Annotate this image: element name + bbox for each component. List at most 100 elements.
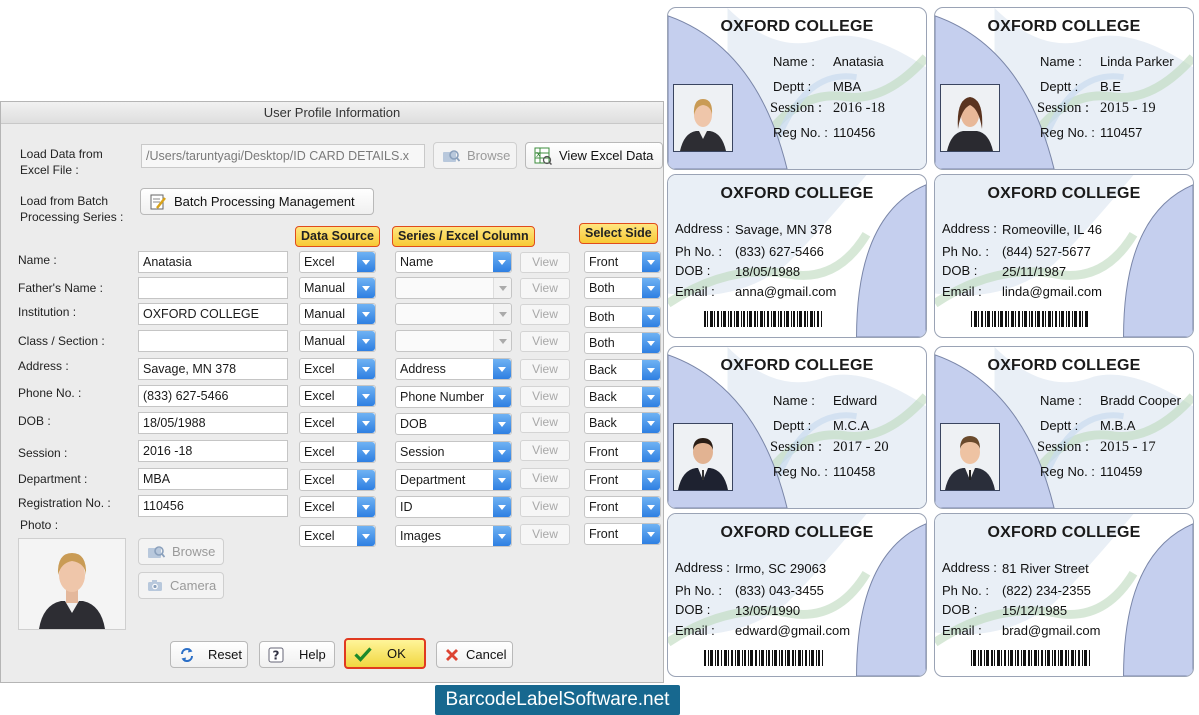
chevron-down-icon: [493, 470, 511, 490]
data-source-select[interactable]: Excel: [299, 525, 376, 547]
series-select[interactable]: [395, 330, 512, 352]
view-button[interactable]: View: [520, 468, 570, 489]
session-label: Session :: [1037, 100, 1089, 116]
series-value: ID: [400, 500, 413, 514]
series-select[interactable]: DOB: [395, 413, 512, 435]
college-name: OXFORD COLLEGE: [720, 357, 874, 374]
series-select[interactable]: Session: [395, 441, 512, 463]
side-select[interactable]: Front: [584, 441, 661, 463]
data-source-select[interactable]: Excel: [299, 385, 376, 407]
side-value: Back: [589, 390, 617, 404]
session-label: Session :: [1037, 439, 1089, 455]
address-label: Address :: [675, 560, 730, 575]
name-label: Name :: [1040, 54, 1082, 69]
fathers-name-field[interactable]: [138, 277, 288, 299]
data-source-select[interactable]: Manual: [299, 330, 376, 352]
dob-label: DOB :: [942, 263, 978, 278]
name-field[interactable]: Anatasia: [138, 251, 288, 273]
email-label: Email :: [942, 623, 982, 638]
batch-processing-button[interactable]: Batch Processing Management: [140, 188, 374, 215]
data-source-select[interactable]: Manual: [299, 303, 376, 325]
side-select[interactable]: Both: [584, 306, 661, 328]
view-excel-data-button[interactable]: X View Excel Data: [525, 142, 663, 169]
series-select[interactable]: ID: [395, 496, 512, 518]
phone-value: (844) 527-5677: [1002, 244, 1091, 259]
view-button[interactable]: View: [520, 412, 570, 433]
side-select[interactable]: Front: [584, 251, 661, 273]
view-button[interactable]: View: [520, 440, 570, 461]
class-section-field[interactable]: [138, 330, 288, 352]
side-select[interactable]: Front: [584, 496, 661, 518]
series-select[interactable]: [395, 303, 512, 325]
view-button[interactable]: View: [520, 386, 570, 407]
batch-label-line2: Processing Series :: [20, 210, 124, 224]
batch-label-line1: Load from Batch: [20, 194, 109, 208]
side-select[interactable]: Both: [584, 277, 661, 299]
side-value: Front: [589, 445, 619, 459]
department-field[interactable]: MBA: [138, 468, 288, 490]
series-select[interactable]: Images: [395, 525, 512, 547]
institution-field[interactable]: OXFORD COLLEGE: [138, 303, 288, 325]
view-button[interactable]: View: [520, 496, 570, 517]
data-source-select[interactable]: Excel: [299, 412, 376, 434]
view-button[interactable]: View: [520, 278, 570, 299]
address-field[interactable]: Savage, MN 378: [138, 358, 288, 380]
series-select[interactable]: [395, 277, 512, 299]
view-button[interactable]: View: [520, 252, 570, 273]
address-label: Address :: [675, 221, 730, 236]
side-select[interactable]: Back: [584, 412, 661, 434]
id-card-back: OXFORD COLLEGE Address : Romeoville, IL …: [934, 174, 1194, 338]
barcode: [969, 648, 1091, 668]
column-header-side: Select Side: [579, 223, 658, 244]
chevron-down-icon: [493, 414, 511, 434]
email-value: anna@gmail.com: [735, 284, 837, 299]
photo-browse-button[interactable]: Browse: [138, 538, 224, 565]
chevron-down-icon: [357, 413, 375, 433]
session-field[interactable]: 2016 -18: [138, 440, 288, 462]
excel-browse-button[interactable]: Browse: [433, 142, 517, 169]
data-source-select[interactable]: Excel: [299, 441, 376, 463]
side-select[interactable]: Back: [584, 386, 661, 408]
dob-field[interactable]: 18/05/1988: [138, 412, 288, 434]
series-value: Phone Number: [400, 390, 485, 404]
email-value: brad@gmail.com: [1002, 623, 1101, 638]
session-label: Session :: [770, 100, 822, 116]
refresh-icon: [179, 647, 195, 663]
camera-button[interactable]: Camera: [138, 572, 224, 599]
series-select[interactable]: Phone Number: [395, 386, 512, 408]
data-source-select[interactable]: Manual: [299, 277, 376, 299]
side-select[interactable]: Front: [584, 469, 661, 491]
load-excel-label-line1: Load Data from: [20, 147, 103, 161]
series-select[interactable]: Department: [395, 469, 512, 491]
column-header-data-source: Data Source: [295, 226, 380, 247]
view-button[interactable]: View: [520, 359, 570, 380]
id-card-back: OXFORD COLLEGE Address : Irmo, SC 29063 …: [667, 513, 927, 677]
data-source-select[interactable]: Excel: [299, 496, 376, 518]
side-select[interactable]: Back: [584, 359, 661, 381]
data-source-select[interactable]: Excel: [299, 469, 376, 491]
side-select[interactable]: Front: [584, 523, 661, 545]
address-value: 81 River Street: [1002, 561, 1089, 576]
data-source-select[interactable]: Excel: [299, 251, 376, 273]
series-select[interactable]: Name: [395, 251, 512, 273]
help-button[interactable]: ? Help: [259, 641, 335, 668]
ok-button[interactable]: OK: [344, 638, 426, 669]
view-button[interactable]: View: [520, 524, 570, 545]
phone-label: Ph No. :: [942, 583, 989, 598]
chevron-down-icon: [642, 278, 660, 298]
data-source-value: Excel: [304, 389, 335, 403]
name-value: Edward: [833, 393, 878, 408]
view-button[interactable]: View: [520, 331, 570, 352]
side-select[interactable]: Both: [584, 332, 661, 354]
session-value: 2017 - 20: [833, 439, 889, 455]
excel-path-field[interactable]: /Users/taruntyagi/Desktop/ID CARD DETAIL…: [141, 144, 425, 168]
view-button[interactable]: View: [520, 304, 570, 325]
series-select[interactable]: Address: [395, 358, 512, 380]
session-value: 2015 - 17: [1100, 439, 1156, 455]
college-name: OXFORD COLLEGE: [987, 185, 1141, 202]
registration-field[interactable]: 110456: [138, 495, 288, 517]
phone-field[interactable]: (833) 627-5466: [138, 385, 288, 407]
data-source-select[interactable]: Excel: [299, 358, 376, 380]
cancel-button[interactable]: Cancel: [436, 641, 513, 668]
reset-button[interactable]: Reset: [170, 641, 248, 668]
